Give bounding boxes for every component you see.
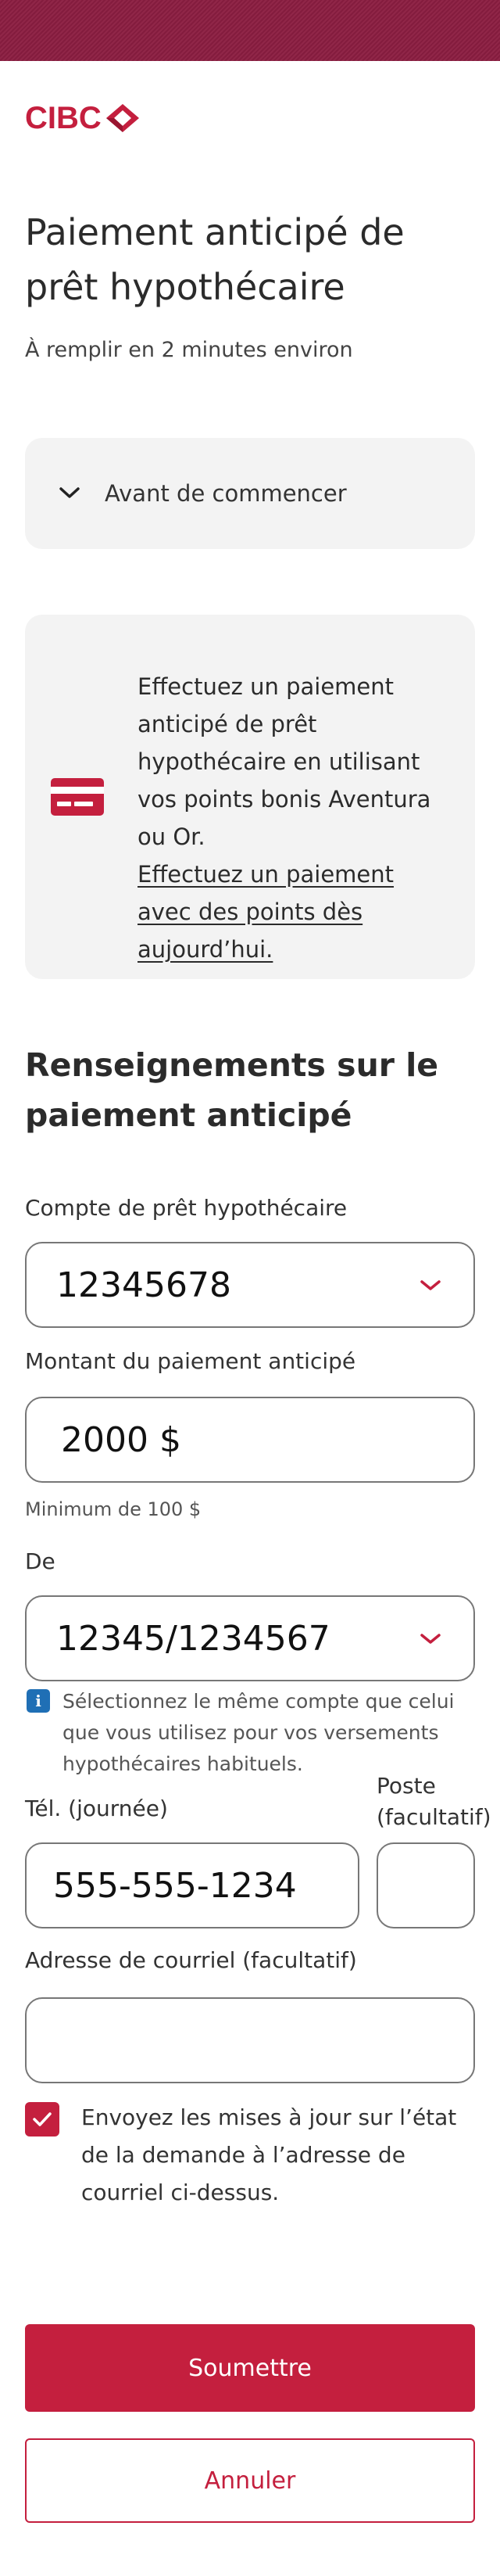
page-subtitle: À remplir en 2 minutes environ [25,338,353,362]
prepayment-amount-label: Montant du paiement anticipé [25,1348,356,1374]
phone-label: Tél. (journée) [25,1796,168,1821]
cancel-button[interactable]: Annuler [25,2438,475,2523]
credit-card-icon [51,778,104,816]
phone-value: 555-555-1234 [53,1865,297,1906]
top-brand-bar [0,0,500,61]
status-updates-label: Envoyez les mises à jour sur l’état de l… [81,2104,457,2205]
mortgage-account-select[interactable]: 12345678 [25,1242,475,1328]
submit-button[interactable]: Soumettre [25,2324,475,2412]
from-account-select[interactable]: 12345/1234567 [25,1595,475,1681]
prepayment-amount-value: 2000 $ [61,1419,181,1460]
mortgage-account-value: 12345678 [56,1265,231,1305]
promo-description: Effectuez un paiement anticipé de prêt h… [138,673,431,850]
promo-text-block: Effectuez un paiement anticipé de prêt h… [138,668,450,968]
chevron-down-icon [59,487,80,498]
email-label: Adresse de courriel (facultatif) [25,1947,357,1973]
before-you-start-accordion[interactable]: Avant de commencer [25,438,475,549]
extension-label: Poste (facultatif) [377,1773,491,1830]
section-title: Renseignements sur le paiement anticipé [25,1046,439,1134]
status-updates-checkbox[interactable] [25,2102,59,2137]
from-account-info-text: Sélectionnez le même compte que celui qu… [62,1690,455,1775]
pay-with-points-link[interactable]: Effectuez un paiement avec des points dè… [138,856,450,968]
chevron-down-icon [420,1634,441,1644]
prepayment-amount-input[interactable]: 2000 $ [25,1397,475,1483]
checkmark-icon [33,2112,52,2126]
from-account-value: 12345/1234567 [56,1618,330,1659]
chevron-down-icon [420,1280,441,1290]
phone-input[interactable]: 555-555-1234 [25,1842,359,1928]
email-input[interactable] [25,1997,475,2083]
cibc-logo[interactable]: CIBC [25,100,141,136]
minimum-amount-hint: Minimum de 100 $ [25,1498,202,1520]
points-promo-card: Effectuez un paiement anticipé de prêt h… [25,615,475,979]
accordion-label: Avant de commencer [105,480,347,507]
from-account-label: De [25,1548,55,1574]
logo-diamond-icon [105,104,139,132]
page-title: Paiement anticipé de prêt hypothécaire [25,211,405,308]
extension-input[interactable] [377,1842,475,1928]
logo-wordmark: CIBC [25,100,102,135]
info-icon: i [27,1689,50,1713]
mortgage-account-label: Compte de prêt hypothécaire [25,1195,348,1221]
